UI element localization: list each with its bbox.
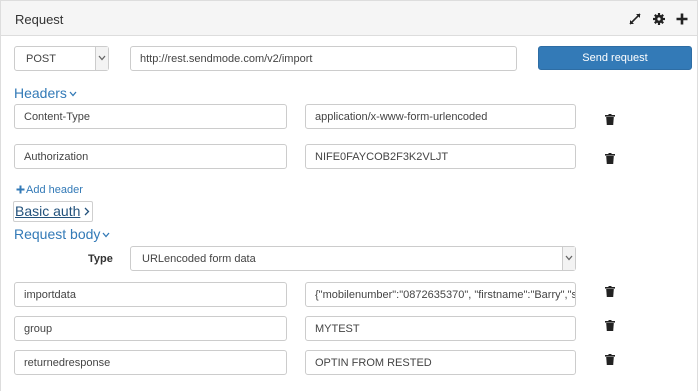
basic-auth-label: Basic auth bbox=[15, 203, 81, 219]
url-input[interactable]: http://rest.sendmode.com/v2/import bbox=[130, 46, 517, 71]
headers-title: Headers bbox=[14, 85, 67, 101]
trash-icon[interactable] bbox=[605, 354, 615, 365]
request-body-toggle[interactable]: Request body bbox=[14, 226, 110, 242]
trash-icon[interactable] bbox=[605, 320, 615, 331]
body-key-input[interactable]: importdata bbox=[14, 282, 287, 307]
chevron-down-icon bbox=[102, 232, 110, 238]
trash-icon[interactable] bbox=[605, 286, 615, 297]
body-key-input[interactable]: returnedresponse bbox=[14, 350, 287, 375]
trash-icon[interactable] bbox=[605, 153, 615, 164]
add-header-link[interactable]: Add header bbox=[16, 184, 83, 196]
chevron-down-icon bbox=[562, 247, 575, 270]
plus-icon[interactable] bbox=[675, 12, 689, 26]
method-select[interactable]: POST bbox=[14, 46, 109, 71]
panel-title: Request bbox=[15, 12, 64, 27]
body-type-value: URLencoded form data bbox=[142, 253, 256, 265]
header-key-input[interactable]: Authorization bbox=[14, 144, 287, 169]
chevron-down-icon bbox=[95, 47, 108, 70]
chevron-right-icon bbox=[84, 207, 90, 216]
headers-toggle[interactable]: Headers bbox=[14, 85, 77, 101]
trash-icon[interactable] bbox=[605, 114, 615, 125]
header-value-input[interactable]: application/x-www-form-urlencoded bbox=[305, 104, 576, 129]
expand-icon[interactable] bbox=[628, 12, 642, 26]
send-request-button[interactable]: Send request bbox=[538, 46, 692, 70]
header-value-input[interactable]: NIFE0FAYCOB2F3K2VLJT bbox=[305, 144, 576, 169]
gear-icon[interactable] bbox=[652, 12, 666, 26]
request-body-title: Request body bbox=[14, 226, 101, 242]
plus-icon bbox=[16, 185, 25, 194]
add-header-label: Add header bbox=[26, 184, 83, 196]
body-value-input[interactable]: {"mobilenumber":"0872635370", "firstname… bbox=[305, 282, 576, 307]
body-type-label: Type bbox=[88, 253, 113, 265]
body-key-input[interactable]: group bbox=[14, 316, 287, 341]
basic-auth-toggle[interactable]: Basic auth bbox=[13, 201, 94, 222]
method-value: POST bbox=[26, 53, 56, 65]
body-value-input[interactable]: OPTIN FROM RESTED bbox=[305, 350, 576, 375]
panel-heading: Request bbox=[1, 1, 697, 36]
chevron-down-icon bbox=[69, 91, 77, 97]
body-type-select[interactable]: URLencoded form data bbox=[130, 246, 576, 271]
header-key-input[interactable]: Content-Type bbox=[14, 104, 287, 129]
body-value-input[interactable]: MYTEST bbox=[305, 316, 576, 341]
